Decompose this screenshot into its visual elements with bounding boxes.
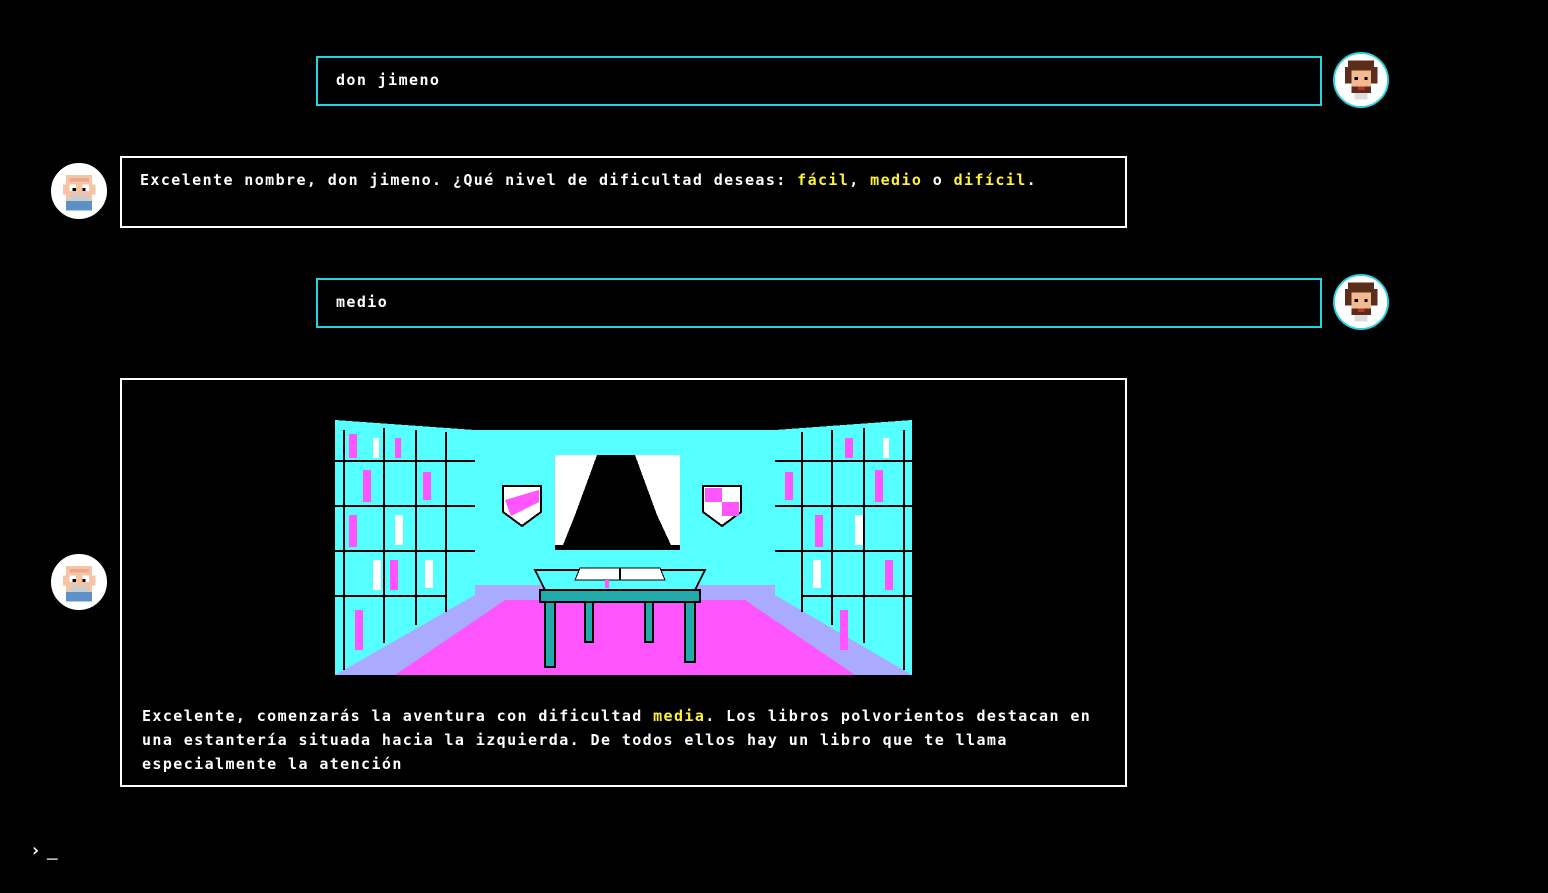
bot-message: Excelente nombre, don jimeno. ¿Qué nivel… [120, 156, 1127, 228]
user-message-text: don jimeno [336, 71, 441, 89]
difficulty-level: media [653, 707, 706, 725]
user-message-text: medio [336, 293, 389, 311]
option-easy: fácil [797, 171, 850, 189]
user-avatar-icon [1333, 274, 1389, 330]
option-medium: medio [870, 171, 923, 189]
separator: , [849, 171, 871, 189]
story-text-part: Excelente, comenzarás la aventura con di… [142, 707, 654, 725]
punctuation: . [1026, 171, 1038, 189]
bot-avatar-icon [51, 554, 107, 610]
prompt-chevron-icon: › [30, 840, 41, 861]
user-message: medio [316, 278, 1322, 328]
option-hard: difícil [953, 171, 1027, 189]
chat-screen: don jimeno Excelente nombre, don jimeno.… [0, 0, 1548, 893]
text-cursor: _ [46, 840, 58, 861]
library-scene-image [335, 420, 912, 675]
user-avatar-icon [1333, 52, 1389, 108]
user-message: don jimeno [316, 56, 1322, 106]
separator: o [922, 171, 954, 189]
bot-story-text: Excelente, comenzarás la aventura con di… [142, 704, 1102, 776]
command-input[interactable]: › _ [30, 840, 58, 861]
bot-message-text: Excelente nombre, don jimeno. ¿Qué nivel… [140, 171, 798, 189]
bot-avatar-icon [51, 163, 107, 219]
bot-story-message: Excelente, comenzarás la aventura con di… [120, 378, 1127, 787]
